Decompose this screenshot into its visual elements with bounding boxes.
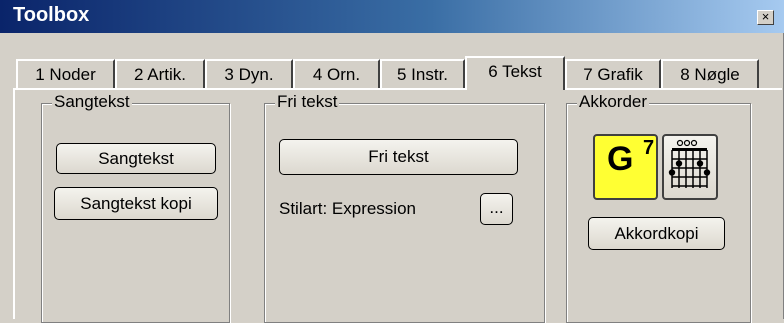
group-sangtekst: Sangtekst Sangtekst Sangtekst kopi [41,92,230,323]
chord-letter: G [607,140,634,178]
tab-dyn[interactable]: 3 Dyn. [205,59,293,89]
window-title: Toolbox [13,4,90,26]
group-title-fritekst: Fri tekst [275,92,340,112]
tab-tekst[interactable]: 6 Tekst [465,56,565,90]
close-button[interactable]: × [757,10,774,25]
tab-instr[interactable]: 5 Instr. [380,59,465,89]
style-label: Stilart: Expression [279,199,416,218]
title-bar[interactable]: Toolbox × [0,0,784,33]
sangtekst-kopi-button[interactable]: Sangtekst kopi [54,187,218,220]
fri-tekst-button[interactable]: Fri tekst [279,139,518,175]
group-title-akkorder: Akkorder [577,92,650,112]
group-title-sangtekst: Sangtekst [52,92,132,112]
group-akkorder: Akkorder G 7 Akkordkopi [566,92,751,323]
tab-noegle[interactable]: 8 Nøgle [661,59,759,89]
akkordkopi-button[interactable]: Akkordkopi [588,217,725,250]
chord-symbol-button[interactable]: G 7 [593,134,658,200]
sangtekst-button[interactable]: Sangtekst [56,143,216,174]
chord-superscript: 7 [643,137,655,159]
tab-orn[interactable]: 4 Orn. [293,59,380,89]
group-fritekst: Fri tekst Fri tekst Stilart: Expression … [264,92,545,323]
browse-style-button[interactable]: ... [480,193,513,225]
tab-panel: Sangtekst Sangtekst Sangtekst kopi Fri t… [13,88,782,323]
tab-grafik[interactable]: 7 Grafik [565,59,661,89]
close-icon: × [761,9,770,24]
chord-diagram-button[interactable] [662,134,718,200]
toolbox-window: Toolbox × 1 Noder 2 Artik. 3 Dyn. 4 Orn.… [0,0,784,323]
chord-diagram-icon [668,139,711,188]
tab-noder[interactable]: 1 Noder [16,59,115,89]
tab-artik[interactable]: 2 Artik. [115,59,205,89]
